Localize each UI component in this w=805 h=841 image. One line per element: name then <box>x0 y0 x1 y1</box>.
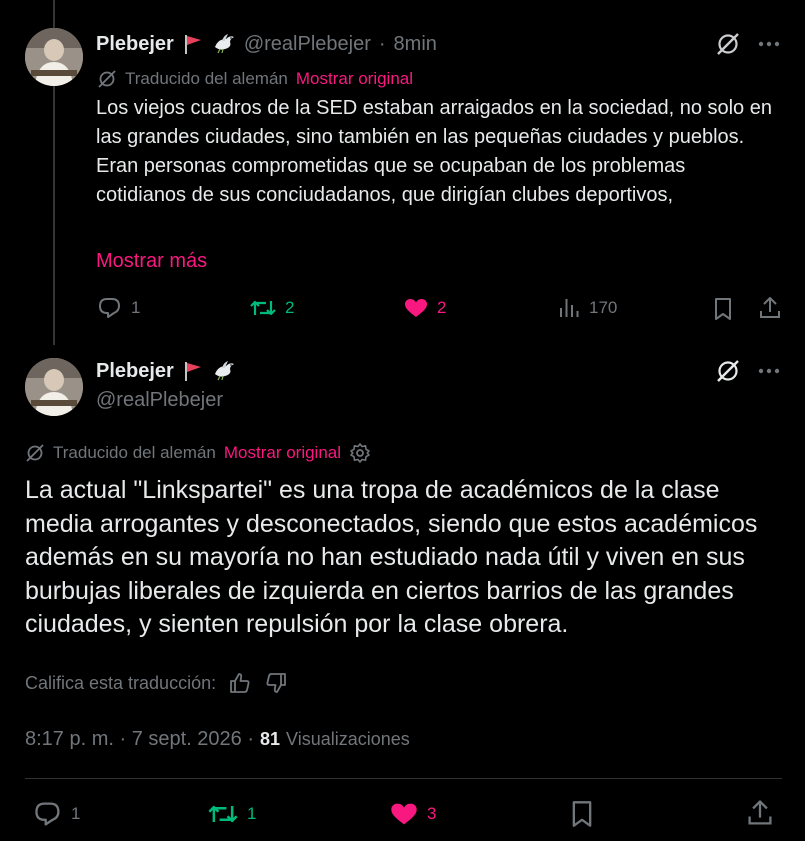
translation-notice: Traducido del alemán Mostrar original <box>25 442 371 464</box>
handle[interactable]: @realPlebejer <box>96 389 223 412</box>
flag-icon <box>182 33 204 55</box>
timestamp[interactable]: 8:17 p. m. · 7 sept. 2026 · <box>25 728 254 751</box>
display-name[interactable]: Plebejer <box>96 33 174 56</box>
translate-icon <box>97 69 117 89</box>
dove-icon <box>212 33 236 55</box>
translate-icon <box>25 443 45 463</box>
tweet-header: Plebejer @realPlebejer · 8min <box>96 31 437 57</box>
share-icon[interactable] <box>745 798 775 828</box>
more-icon[interactable] <box>757 361 781 381</box>
reply-icon <box>33 800 63 828</box>
bookmark-icon[interactable] <box>568 798 596 830</box>
views-button[interactable]: 170 <box>557 296 617 320</box>
bookmark-icon[interactable] <box>711 296 735 322</box>
thumbs-down-icon[interactable] <box>264 671 288 695</box>
show-original-link[interactable]: Mostrar original <box>296 69 413 89</box>
grok-icon[interactable] <box>715 31 741 57</box>
like-count: 2 <box>437 298 447 317</box>
display-name[interactable]: Plebejer <box>96 360 174 383</box>
avatar[interactable] <box>25 358 83 416</box>
more-icon[interactable] <box>757 34 781 54</box>
rate-translation: Califica esta traducción: <box>25 670 288 696</box>
handle[interactable]: @realPlebejer <box>244 33 371 56</box>
reply-count: 1 <box>71 804 81 823</box>
repost-count: 1 <box>247 804 257 823</box>
like-button[interactable]: 3 <box>389 800 436 828</box>
tweet-text: Los viejos cuadros de la SED estaban arr… <box>96 97 772 206</box>
show-more-link[interactable]: Mostrar más <box>96 247 207 276</box>
flag-icon <box>182 360 204 382</box>
show-original-link[interactable]: Mostrar original <box>224 443 341 463</box>
tweet-meta: 8:17 p. m. · 7 sept. 2026 · 81 Visualiza… <box>25 726 410 752</box>
heart-icon <box>389 800 419 828</box>
translated-label: Traducido del alemán <box>53 443 216 462</box>
dove-icon <box>212 360 236 382</box>
translated-label: Traducido del alemán <box>125 69 288 88</box>
divider <box>25 778 782 779</box>
timestamp[interactable]: 8min <box>394 33 437 56</box>
repost-button[interactable]: 2 <box>249 296 294 320</box>
views-count: 81 <box>260 728 281 749</box>
repost-icon <box>249 296 277 320</box>
views-icon <box>557 296 581 320</box>
repost-icon <box>207 800 239 828</box>
tweet-text: La actual "Linkspartei" es una tropa de … <box>25 476 758 638</box>
repost-button[interactable]: 1 <box>207 800 256 828</box>
heart-icon <box>403 296 429 320</box>
share-icon[interactable] <box>757 295 783 321</box>
grok-icon[interactable] <box>715 358 741 384</box>
translation-notice: Traducido del alemán Mostrar original <box>97 68 413 90</box>
reply-icon <box>97 296 123 320</box>
reply-button[interactable]: 1 <box>33 800 80 828</box>
like-count: 3 <box>427 804 437 823</box>
thumbs-up-icon[interactable] <box>228 671 252 695</box>
reply-button[interactable]: 1 <box>97 296 140 320</box>
tweet-header: Plebejer <box>96 358 236 384</box>
views-count: 170 <box>589 298 618 317</box>
like-button[interactable]: 2 <box>403 296 446 320</box>
settings-gear-icon[interactable] <box>349 442 371 464</box>
separator: · <box>378 32 386 55</box>
avatar[interactable] <box>25 28 83 86</box>
repost-count: 2 <box>285 298 295 317</box>
rate-label: Califica esta traducción: <box>25 672 217 693</box>
views-label: Visualizaciones <box>286 728 410 749</box>
reply-count: 1 <box>131 298 141 317</box>
